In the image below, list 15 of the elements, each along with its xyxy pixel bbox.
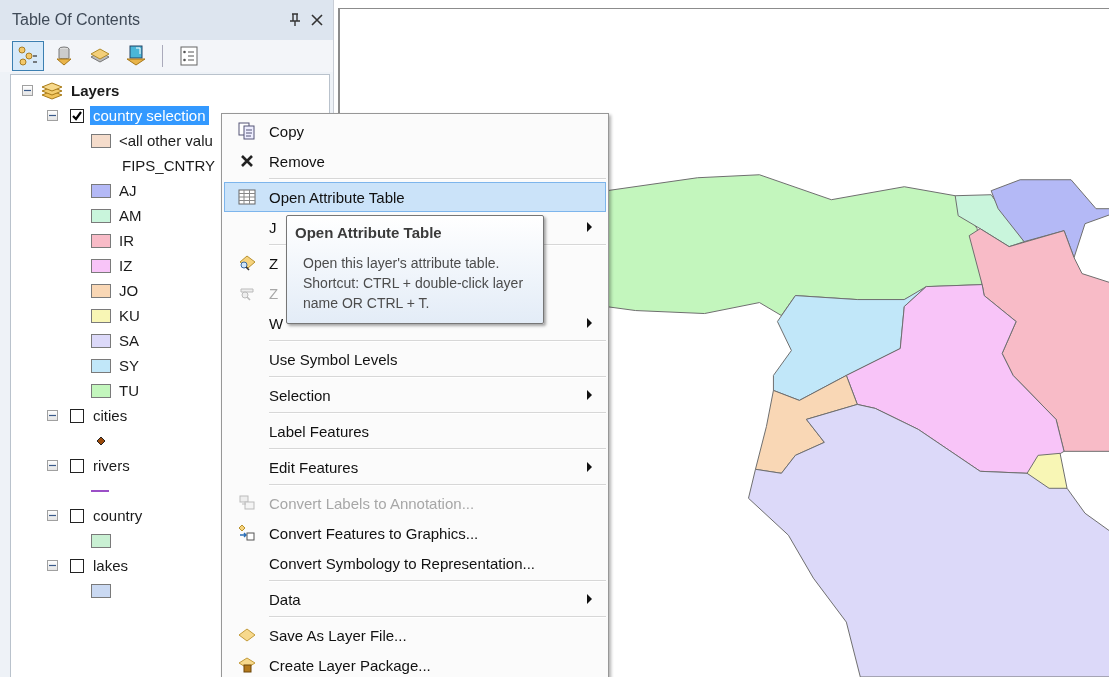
legend-label: IR xyxy=(119,232,134,249)
field-name: FIPS_CNTRY xyxy=(122,157,216,174)
legend-label: <all other valu xyxy=(119,132,213,149)
tooltip-title: Open Attribute Table xyxy=(295,224,443,241)
legend-label: AM xyxy=(119,207,142,224)
panel-title: Table Of Contents xyxy=(12,11,142,29)
legend-label: SY xyxy=(119,357,139,374)
legend-label: SA xyxy=(119,332,139,349)
tooltip-text: Open this layer's attribute table. Shortcut: CTRL + double-click layer name OR CTRL + T. xyxy=(303,254,525,313)
legend-label: JO xyxy=(119,282,139,299)
tree-root-label: Layers xyxy=(71,82,120,99)
legend-label: AJ xyxy=(119,182,137,199)
legend-label: IZ xyxy=(119,257,133,274)
legend-label: TU xyxy=(119,382,139,399)
legend-label: KU xyxy=(119,307,140,324)
